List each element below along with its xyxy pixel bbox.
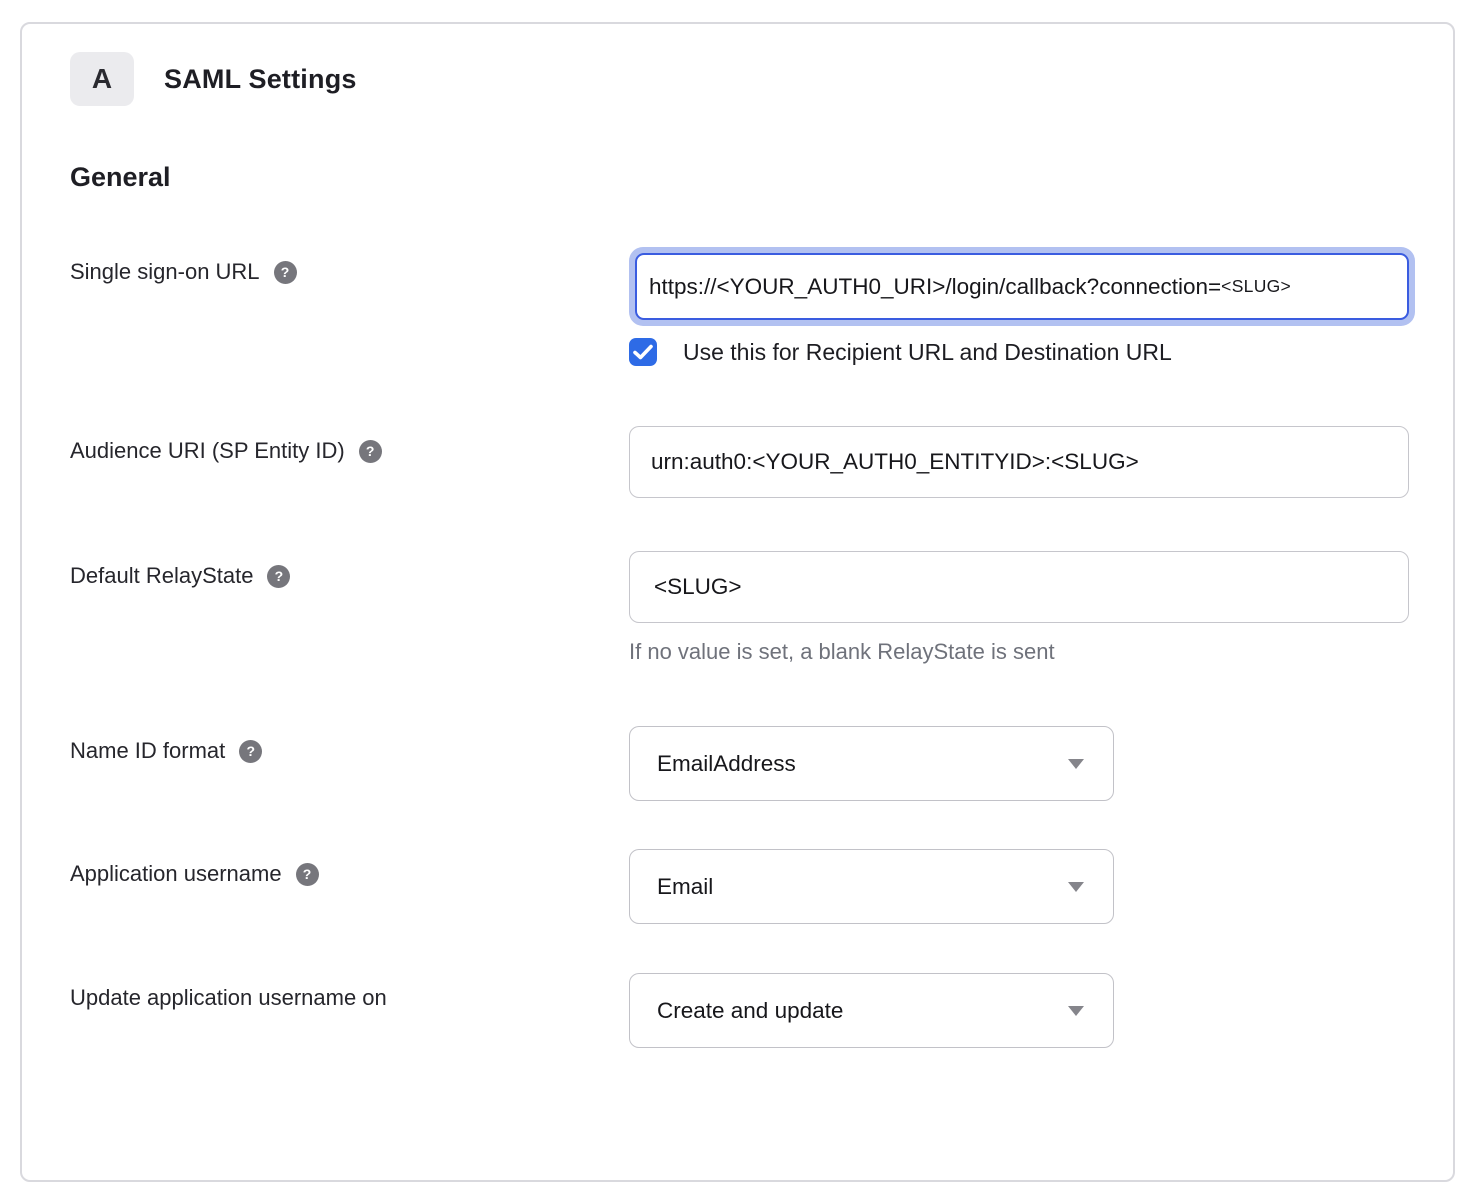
chevron-down-icon [1068, 882, 1084, 892]
audience-uri-label: Audience URI (SP Entity ID) ? [70, 426, 629, 464]
saml-settings-panel: A SAML Settings General Single sign-on U… [20, 22, 1455, 1182]
sso-url-value: https://<YOUR_AUTH0_URI>/login/callback?… [649, 274, 1221, 300]
chevron-down-icon [1068, 759, 1084, 769]
chevron-down-icon [1068, 1006, 1084, 1016]
sso-url-focus-ring: https://<YOUR_AUTH0_URI>/login/callback?… [629, 247, 1415, 326]
help-icon[interactable]: ? [239, 740, 262, 763]
row-application-username: Application username ? Email [70, 849, 1407, 924]
page-title: SAML Settings [164, 64, 357, 95]
update-app-username-label: Update application username on [70, 973, 629, 1011]
step-badge: A [70, 52, 134, 106]
recipient-url-checkbox-label: Use this for Recipient URL and Destinati… [683, 339, 1172, 366]
recipient-url-checkbox[interactable] [629, 338, 657, 366]
name-id-format-select[interactable]: EmailAddress [629, 726, 1114, 801]
application-username-value: Email [657, 874, 713, 900]
audience-uri-input[interactable] [629, 426, 1409, 498]
sso-url-slug: <SLUG> [1221, 276, 1291, 297]
panel-header: A SAML Settings [70, 52, 1407, 106]
row-sso-url: Single sign-on URL ? https://<YOUR_AUTH0… [70, 247, 1407, 366]
section-title-general: General [70, 162, 1407, 193]
recipient-url-checkbox-row: Use this for Recipient URL and Destinati… [629, 338, 1415, 366]
relay-state-label: Default RelayState ? [70, 551, 629, 589]
sso-url-input[interactable]: https://<YOUR_AUTH0_URI>/login/callback?… [635, 253, 1409, 320]
relay-state-hint: If no value is set, a blank RelayState i… [629, 639, 1409, 665]
application-username-label: Application username ? [70, 849, 629, 887]
checkmark-icon [633, 344, 653, 360]
help-icon[interactable]: ? [274, 261, 297, 284]
row-name-id-format: Name ID format ? EmailAddress [70, 726, 1407, 801]
update-app-username-select[interactable]: Create and update [629, 973, 1114, 1048]
help-icon[interactable]: ? [296, 863, 319, 886]
row-update-app-username: Update application username on Create an… [70, 973, 1407, 1048]
name-id-format-label: Name ID format ? [70, 726, 629, 764]
row-audience-uri: Audience URI (SP Entity ID) ? [70, 426, 1407, 498]
update-app-username-value: Create and update [657, 998, 843, 1024]
help-icon[interactable]: ? [267, 565, 290, 588]
sso-url-label: Single sign-on URL ? [70, 247, 629, 285]
help-icon[interactable]: ? [359, 440, 382, 463]
application-username-select[interactable]: Email [629, 849, 1114, 924]
name-id-format-value: EmailAddress [657, 751, 796, 777]
row-relay-state: Default RelayState ? If no value is set,… [70, 551, 1407, 665]
relay-state-input[interactable] [629, 551, 1409, 623]
